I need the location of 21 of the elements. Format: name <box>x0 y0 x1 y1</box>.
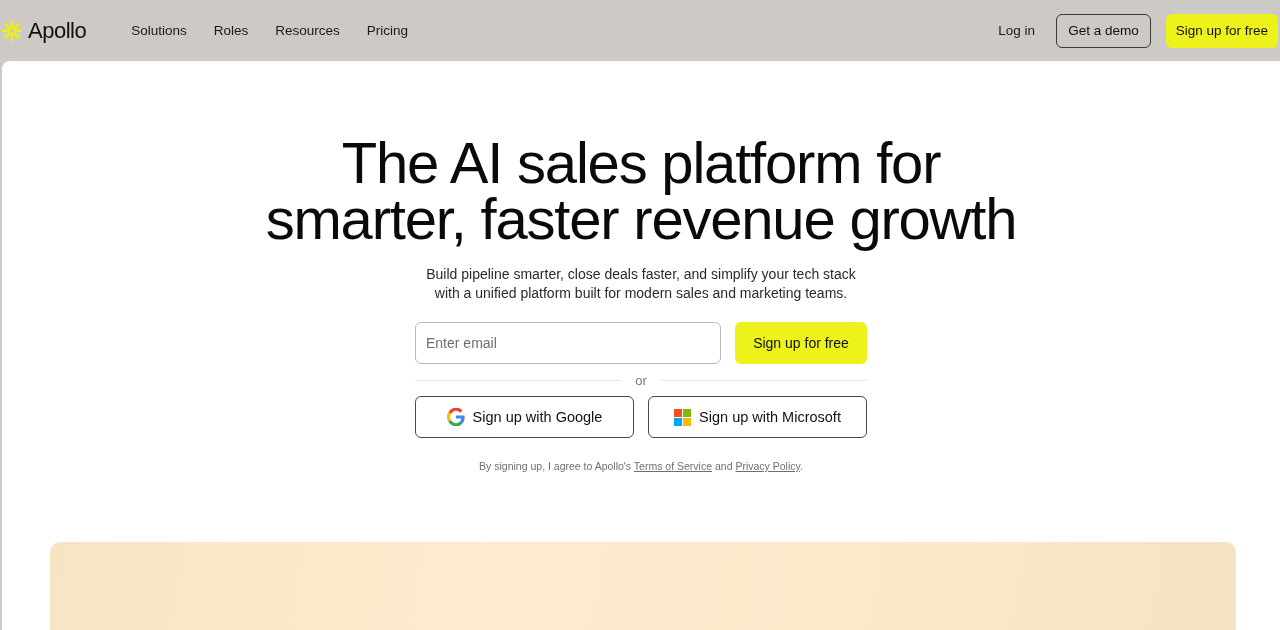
sparkle-icon <box>2 20 22 41</box>
microsoft-signup-button[interactable]: Sign up with Microsoft <box>648 396 867 438</box>
hero-title: The AI sales platform for smarter, faster revenue growth <box>264 129 1018 253</box>
signup-button[interactable]: Sign up for free <box>735 322 867 364</box>
privacy-link[interactable]: Privacy Policy <box>735 460 800 472</box>
nav-link[interactable]: Solutions <box>131 23 187 38</box>
nav-link[interactable]: Roles <box>213 23 249 38</box>
legal-notice: By signing up, I agree to Apollo's Terms of Service and Privacy Policy. <box>479 460 803 472</box>
nav-link[interactable]: Resources <box>275 23 340 38</box>
hero-subtitle: Build pipeline smarter, close deals faster, and simplify your tech stack with a unified platform built for modern sales and marketing teams. <box>425 265 857 303</box>
divider-label: or <box>635 373 647 388</box>
logo-wordmark[interactable]: Apollo <box>28 17 87 44</box>
four-squares-icon <box>674 408 692 426</box>
terms-link[interactable]: Terms of Service <box>633 460 713 472</box>
demo-button[interactable]: Get a demo <box>1056 13 1151 48</box>
email-field[interactable]: Enter email <box>415 322 721 364</box>
google-signup-button[interactable]: Sign up with Google <box>415 396 634 438</box>
signup-button[interactable]: Sign up for free <box>1165 13 1278 48</box>
login-link[interactable]: Log in <box>998 23 1036 38</box>
multicolor-g-icon <box>446 408 465 426</box>
nav-link[interactable]: Pricing <box>366 23 408 38</box>
